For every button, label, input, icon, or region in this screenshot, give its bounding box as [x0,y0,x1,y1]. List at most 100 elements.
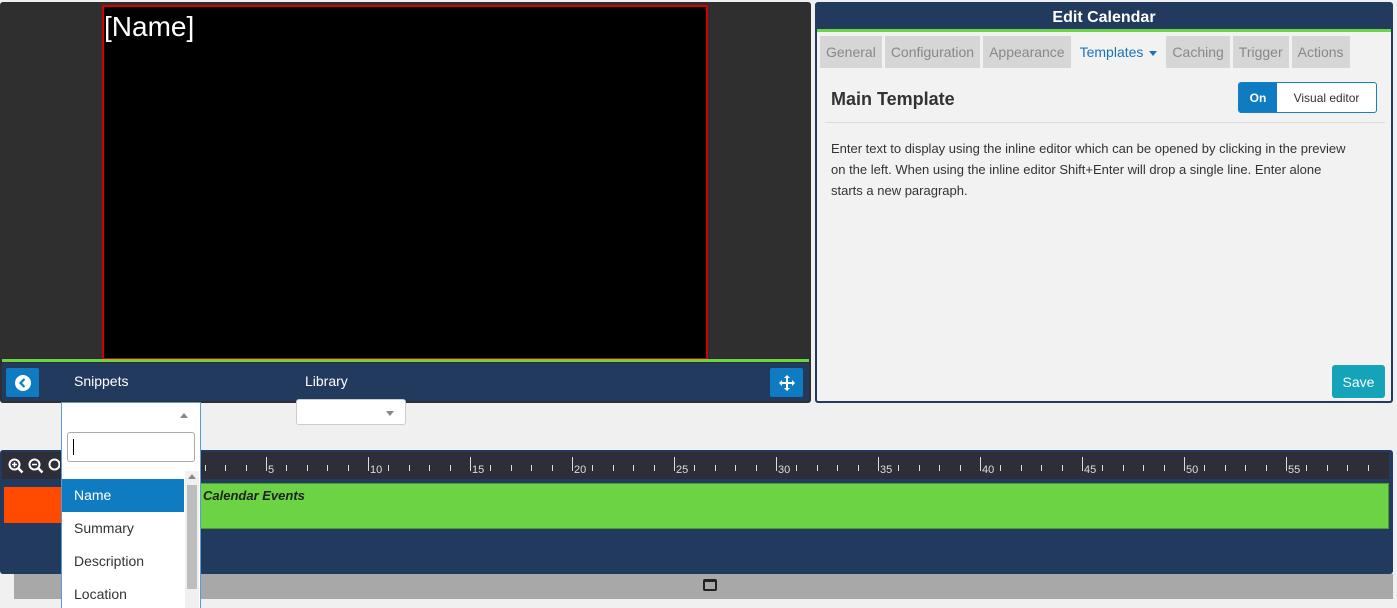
snippet-option-name[interactable]: Name [62,479,184,512]
ruler-tick [388,465,390,471]
ruler-label: 25 [676,464,689,476]
ruler-tick [1224,465,1226,471]
visual-editor-toggle[interactable]: On Visual editor [1238,82,1377,113]
zoom-out-icon[interactable] [28,458,44,477]
inbox-tray-icon[interactable] [703,579,717,591]
snippet-option-location[interactable]: Location [62,578,184,608]
save-button[interactable]: Save [1332,365,1385,398]
bottom-bar[interactable] [14,574,1393,599]
back-button[interactable] [6,368,39,397]
ruler-tick [204,465,206,471]
ruler-tick [470,457,471,471]
chevron-down-icon [386,411,394,416]
ruler-tick [1245,465,1247,471]
ruler-label: 35 [880,464,893,476]
ruler-tick [592,465,594,471]
preview-toolbar: Snippets Library [2,363,809,401]
ruler-tick [837,465,839,471]
library-label: Library [305,373,348,389]
ruler-tick [633,465,635,471]
timeline-ruler[interactable]: 5 10 15 20 25 30 35 40 45 50 55 [2,452,1389,479]
tab-general[interactable]: General [820,36,882,68]
tab-templates[interactable]: Templates [1073,36,1164,68]
preview-panel: [Name] Snippets Library [0,2,811,403]
ruler-tick [347,465,349,471]
ruler-tick [225,465,227,471]
ruler-tick [878,457,879,471]
chevron-up-icon [180,413,188,418]
library-select[interactable] [296,399,406,425]
ruler-tick [1184,457,1185,471]
zoom-in-icon[interactable] [8,458,24,477]
move-arrows-icon [778,374,795,391]
tab-trigger[interactable]: Trigger [1232,36,1289,68]
ruler-tick [755,465,757,471]
section-title: Main Template [831,89,955,109]
ruler-tick [653,465,655,471]
ruler-tick [816,465,818,471]
tab-actions[interactable]: Actions [1291,36,1350,68]
ruler-tick [490,465,492,471]
ruler-tick [1265,465,1267,471]
ruler-tick [1143,465,1145,471]
ruler-tick [612,465,614,471]
snippets-scrollbar[interactable] [185,471,199,608]
toggle-label[interactable]: Visual editor [1277,83,1376,112]
zoom-reset-icon[interactable] [48,458,61,477]
calendar-events-track[interactable]: Calendar Events [64,483,1389,529]
ruler-tick [776,457,777,471]
ruler-tick [429,465,431,471]
snippets-list: Name Summary Description Location [62,479,184,608]
preview-canvas[interactable]: [Name] [102,5,708,360]
snippet-option-summary[interactable]: Summary [62,512,184,545]
ruler-tick [449,465,451,471]
move-button[interactable] [770,368,803,397]
preview-divider [2,359,809,362]
ruler-tick [266,457,267,471]
ruler-tick [245,465,247,471]
ruler-tick [857,465,859,471]
track-marker[interactable] [4,487,64,523]
ruler-tick [735,465,737,471]
tab-templates-label: Templates [1079,44,1144,60]
snippets-dropdown[interactable]: Name Summary Description Location [61,402,201,608]
ruler-tick [1204,465,1206,471]
text-cursor [73,439,74,455]
ruler-tick [1122,465,1124,471]
snippet-option-description[interactable]: Description [62,545,184,578]
ruler-tick [572,457,573,471]
ruler-label: 15 [472,464,485,476]
ruler-tick [1000,465,1002,471]
ruler-tick [1306,465,1308,471]
ruler-tick [551,465,553,471]
ruler-label: 5 [268,464,275,476]
ruler-tick [368,457,369,471]
arrow-left-circle-icon [14,374,31,391]
ruler-tick [1367,465,1369,471]
ruler-tick [1082,457,1083,471]
ruler-tick [939,465,941,471]
name-placeholder[interactable]: [Name] [104,11,194,43]
ruler-label: 20 [574,464,587,476]
ruler-tick [1061,465,1063,471]
ruler-label: 10 [370,464,383,476]
ruler-tick [306,465,308,471]
toggle-on-state[interactable]: On [1239,83,1277,112]
ruler-label: 45 [1084,464,1097,476]
ruler-tick [1326,465,1328,471]
ruler-tick [918,465,920,471]
edit-calendar-panel: Edit Calendar General Configuration Appe… [815,2,1393,403]
caret-down-icon [1149,50,1158,56]
scroll-up-icon[interactable] [188,474,196,479]
ruler-label: 55 [1288,464,1301,476]
ruler-tick [898,465,900,471]
ruler-tick [959,465,961,471]
tab-caching[interactable]: Caching [1166,36,1230,68]
tab-appearance[interactable]: Appearance [983,36,1071,68]
snippets-search-input[interactable] [67,432,195,462]
ruler-tick [1286,457,1287,471]
divider [825,122,1385,123]
ruler-tick [327,465,329,471]
scroll-thumb[interactable] [187,485,197,589]
tab-configuration[interactable]: Configuration [884,36,981,68]
